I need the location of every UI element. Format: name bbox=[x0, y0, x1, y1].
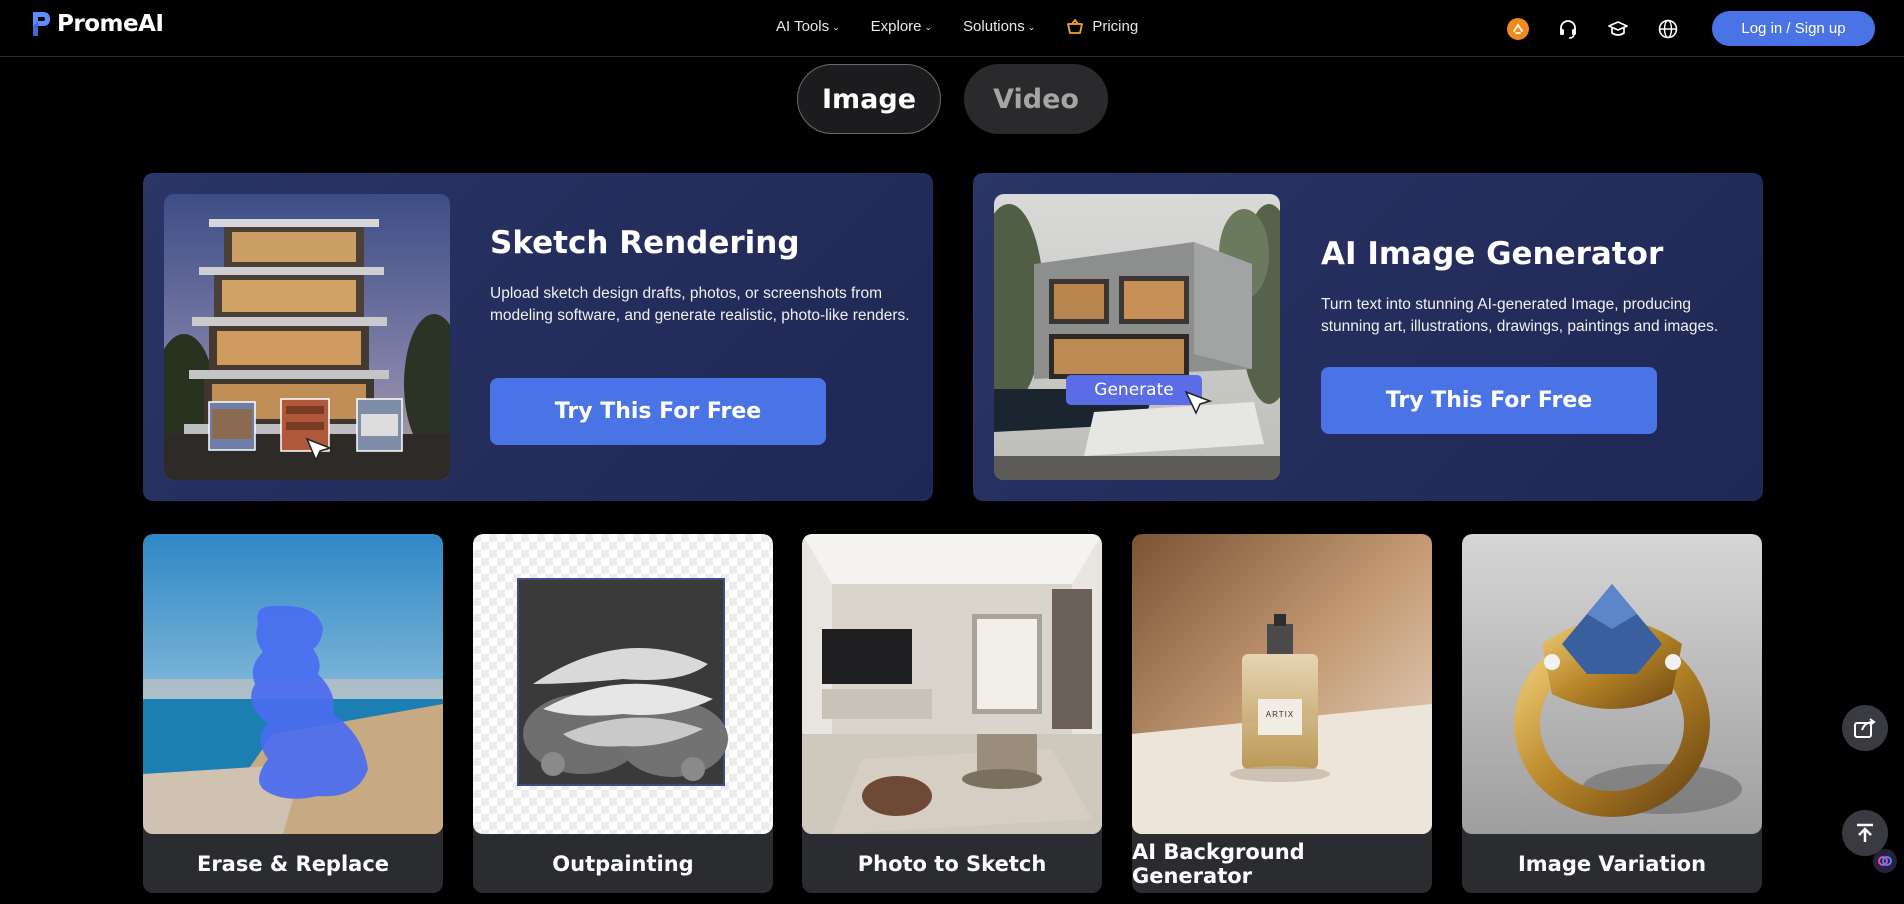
credits-icon[interactable] bbox=[1505, 16, 1531, 42]
tab-video[interactable]: Video bbox=[964, 64, 1108, 134]
chevron-down-icon: ⌄ bbox=[1027, 22, 1036, 32]
nav-explore[interactable]: Explore ⌄ bbox=[871, 18, 932, 35]
tool-card-ai-background-generator[interactable]: ARTIX AI Background Generator bbox=[1132, 534, 1432, 893]
ai-assistant-icon[interactable] bbox=[1873, 849, 1897, 873]
feature-card-sketch-rendering: Sketch Rendering Upload sketch design dr… bbox=[143, 173, 933, 501]
top-nav: PromeAI AI Tools ⌄ Explore ⌄ Solutions ⌄… bbox=[0, 0, 1904, 57]
share-icon bbox=[1854, 718, 1876, 738]
tool-label: Image Variation bbox=[1517, 851, 1707, 876]
nav-ai-tools-label: AI Tools bbox=[776, 18, 830, 35]
tool-card-photo-to-sketch[interactable]: Photo to Sketch bbox=[802, 534, 1102, 893]
nav-solutions-label: Solutions bbox=[963, 18, 1025, 35]
chevron-down-icon: ⌄ bbox=[924, 22, 933, 32]
erase-replace-image bbox=[143, 534, 443, 834]
nav-explore-label: Explore bbox=[870, 18, 922, 35]
learn-graduation-icon[interactable] bbox=[1605, 16, 1631, 42]
tool-card-erase-replace[interactable]: Erase & Replace bbox=[143, 534, 443, 893]
main-menu: AI Tools ⌄ Explore ⌄ Solutions ⌄ Pricing bbox=[776, 18, 1169, 35]
language-globe-icon[interactable] bbox=[1655, 16, 1681, 42]
brand-logo[interactable]: PromeAI bbox=[30, 9, 164, 39]
crown-basket-icon bbox=[1067, 18, 1084, 34]
tool-card-image-variation[interactable]: Image Variation bbox=[1462, 534, 1762, 893]
photo-to-sketch-image bbox=[802, 534, 1102, 834]
nav-ai-tools[interactable]: AI Tools ⌄ bbox=[776, 18, 840, 35]
feature-description: Upload sketch design drafts, photos, or … bbox=[490, 285, 910, 324]
feature-title: Sketch Rendering bbox=[490, 225, 800, 261]
feature-description: Turn text into stunning AI-generated Ima… bbox=[1321, 296, 1719, 335]
generate-overlay-button: Generate bbox=[1094, 380, 1174, 400]
image-variation-image bbox=[1462, 534, 1762, 834]
tool-card-outpainting[interactable]: Outpainting bbox=[473, 534, 773, 893]
share-button[interactable] bbox=[1842, 705, 1888, 751]
feature-title: AI Image Generator bbox=[1321, 236, 1664, 272]
sketch-rendering-image bbox=[164, 194, 450, 480]
login-signup-button[interactable]: Log in / Sign up bbox=[1712, 11, 1875, 46]
promeai-logo-icon bbox=[33, 12, 50, 36]
arrow-up-icon bbox=[1857, 823, 1873, 842]
tool-label: Photo to Sketch bbox=[857, 851, 1047, 876]
tab-image[interactable]: Image bbox=[797, 64, 941, 134]
nav-pricing-label: Pricing bbox=[1092, 18, 1139, 35]
nav-solutions[interactable]: Solutions ⌄ bbox=[963, 18, 1035, 35]
try-free-button[interactable]: Try This For Free bbox=[1321, 367, 1657, 434]
nav-pricing[interactable]: Pricing bbox=[1066, 18, 1138, 35]
try-free-button[interactable]: Try This For Free bbox=[490, 378, 826, 445]
tool-label: Outpainting bbox=[552, 851, 694, 876]
support-headset-icon[interactable] bbox=[1555, 16, 1581, 42]
bottle-label: ARTIX bbox=[1265, 710, 1295, 719]
nav-icons bbox=[1505, 16, 1681, 42]
brand-name: PromeAI bbox=[57, 11, 164, 37]
ai-image-generator-image: Generate bbox=[994, 194, 1280, 480]
tool-label: AI Background Generator bbox=[1132, 839, 1305, 888]
ai-background-image: ARTIX bbox=[1132, 534, 1432, 834]
feature-card-ai-image-generator: Generate AI Image Generator Turn text in… bbox=[973, 173, 1763, 501]
chevron-down-icon: ⌄ bbox=[832, 22, 840, 32]
tool-label: Erase & Replace bbox=[196, 851, 390, 876]
outpainting-image bbox=[473, 534, 773, 834]
